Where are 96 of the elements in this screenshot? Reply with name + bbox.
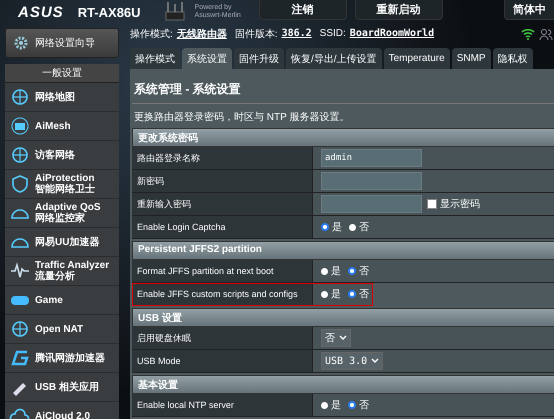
sidebar-item[interactable]: AiProtection 智能网络卫士 [5, 170, 119, 199]
sidebar-item-label: Game [35, 294, 63, 306]
sidebar-item-sublabel: 流量分析 [35, 271, 75, 282]
tab[interactable]: Temperature [384, 48, 450, 69]
users-icon [539, 28, 553, 40]
radio-label: 否 [359, 288, 369, 301]
radio-label: 否 [359, 399, 369, 412]
info-label: SSID: [320, 28, 346, 39]
dropdown[interactable]: USB 3.0 [321, 352, 384, 370]
tab[interactable]: 隐私权 [492, 48, 533, 69]
section-header: Persistent JFFS2 partition [132, 241, 554, 260]
dropdown[interactable]: 否 [321, 329, 351, 347]
sidebar-item-label: 腾讯网游加速器 [35, 352, 105, 364]
input-field[interactable] [321, 172, 422, 190]
setting-label: 启用硬盘休眠 [132, 327, 312, 349]
wifi-icon [521, 28, 535, 40]
tab[interactable]: 固件升级 [234, 48, 284, 69]
chevron-down-icon [371, 358, 380, 364]
sidebar-item[interactable]: AiMesh [5, 112, 119, 141]
globe-icon [9, 319, 31, 339]
sidebar-item-label: 网易UU加速器 [35, 236, 100, 248]
radio-button[interactable] [348, 290, 356, 298]
checkbox[interactable] [427, 199, 437, 209]
sidebar-item[interactable]: 腾讯网游加速器 [5, 344, 119, 373]
setting-label: Enable local NTP server [132, 394, 312, 416]
section-header: 基本设置 [132, 375, 554, 394]
tab[interactable]: 系统设置 [182, 48, 232, 69]
tab[interactable]: SNMP [452, 48, 491, 69]
sidebar-item[interactable]: AiCloud 2.0 [5, 402, 119, 419]
tab[interactable]: 恢复/导出/上传设置 [286, 48, 382, 69]
sidebar-item[interactable]: Adaptive QoS 网络监控家 [5, 199, 119, 228]
sidebar-item-label: 访客网络 [35, 150, 75, 160]
sidebar-item-label: AiMesh [35, 120, 71, 132]
setup-wizard-button[interactable]: 网络设置向导 [5, 28, 119, 58]
input-field[interactable] [321, 195, 422, 213]
section-header: 更改系统密码 [132, 128, 554, 147]
globe-icon [9, 145, 31, 165]
network-icon [9, 116, 31, 136]
sidebar-item-label: Adaptive QoS [35, 202, 101, 213]
info-link[interactable]: 386.2 [282, 28, 312, 39]
letter-g-icon [9, 348, 31, 368]
setting-label: 新密码 [132, 170, 312, 192]
radio-button[interactable] [321, 290, 328, 298]
shield-icon [9, 174, 31, 194]
sidebar-item-label: Open NAT [35, 324, 84, 334]
globe-icon [9, 87, 31, 107]
chevron-down-icon [339, 335, 347, 341]
checkbox-label: 显示密码 [440, 198, 480, 211]
brand-logo: ASUS [18, 4, 64, 20]
setting-label: Enable JFFS custom scripts and configs [132, 283, 312, 305]
info-label: 操作模式: [130, 28, 173, 40]
info-label: 固件版本: [234, 28, 278, 40]
setting-label: Format JFFS partition at next boot [132, 260, 312, 282]
setting-label: USB Mode [132, 350, 312, 372]
gear-icon [12, 34, 30, 52]
header-button[interactable]: 注销 [258, 0, 347, 20]
model-name: RT-AX86U [78, 4, 141, 20]
page-description: 更换路由器登录密码，时区与 NTP 服务器设置。 [133, 110, 350, 125]
menu-section-title: 一般设置 [5, 64, 119, 83]
sidebar-item[interactable]: Traffic Analyzer 流量分析 [5, 257, 119, 286]
radio-button[interactable] [348, 267, 356, 275]
sidebar-item-label: AiProtection [35, 173, 94, 184]
sidebar-item[interactable]: 访客网络 [5, 141, 119, 170]
sidebar-item[interactable]: Open NAT [5, 315, 119, 344]
sidebar-item-label: 网络地图 [35, 92, 75, 102]
radio-button[interactable] [321, 268, 328, 274]
tab[interactable]: 操作模式 [130, 48, 180, 69]
radio-label: 是 [331, 265, 341, 278]
setting-label: 重新输入密码 [132, 193, 312, 215]
sidebar-item[interactable]: 网络地图 [5, 83, 119, 112]
radio-button[interactable] [348, 401, 356, 409]
radio-label: 是 [332, 221, 342, 234]
radio-label: 是 [331, 399, 341, 412]
sidebar-item-label: AiCloud 2.0 [35, 410, 90, 419]
input-field[interactable]: admin [321, 149, 422, 167]
page-title: 系统管理 - 系统设置 [133, 81, 242, 98]
sidebar-item-sublabel: 智能网络卫士 [35, 184, 95, 195]
info-link[interactable]: BoardRoomWorld [350, 28, 434, 39]
sidebar-item[interactable]: 网易UU加速器 [5, 228, 119, 257]
sidebar-item[interactable]: USB 相关应用 [5, 373, 119, 402]
language-button[interactable]: 简体中 [504, 0, 554, 20]
sidebar-item-label: Traffic Analyzer [35, 260, 110, 271]
setting-label: Enable Login Captcha [132, 216, 312, 238]
radio-label: 是 [331, 288, 341, 301]
radio-label: 否 [359, 221, 369, 234]
sidebar-item-label: USB 相关应用 [35, 382, 99, 392]
radio-button[interactable] [321, 402, 328, 408]
radio-button[interactable] [349, 224, 356, 230]
sidebar-item-sublabel: 网络监控家 [35, 213, 86, 224]
radio-button[interactable] [321, 223, 329, 231]
radio-label: 否 [359, 265, 369, 278]
setting-label: 路由器登录名称 [132, 147, 312, 169]
sidebar-item[interactable]: Game [5, 286, 119, 315]
info-link[interactable]: 无线路由器 [176, 26, 227, 40]
header-button[interactable]: 重新启动 [354, 0, 443, 20]
section-header: USB 设置 [132, 308, 554, 327]
